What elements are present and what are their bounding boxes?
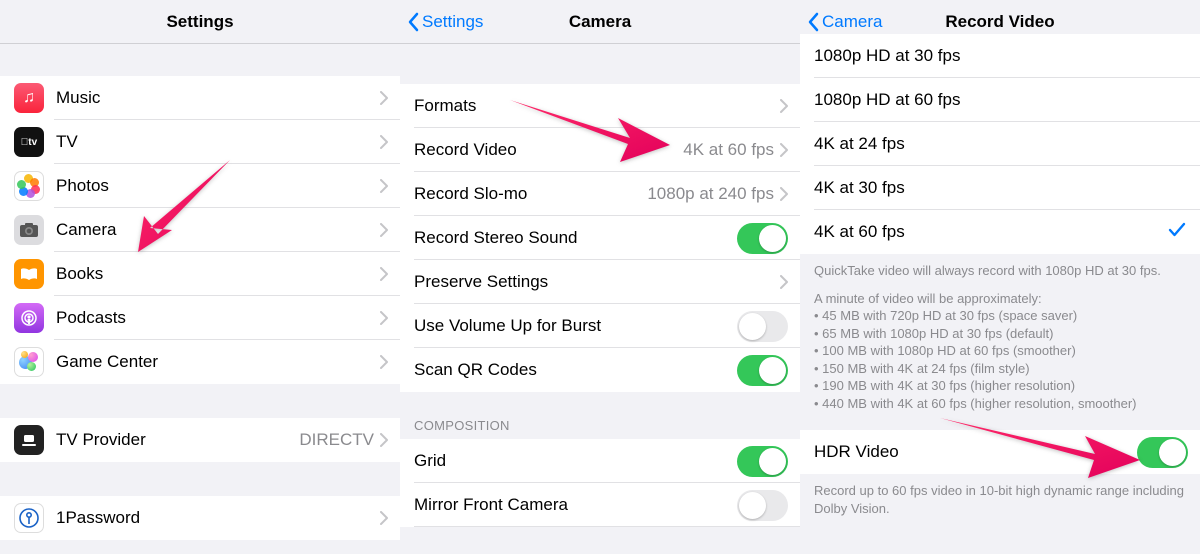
option-label: 4K at 24 fps — [814, 134, 1186, 154]
row-label: Record Video — [414, 140, 683, 160]
row-hdr-video[interactable]: HDR Video — [800, 430, 1200, 474]
row-value: 4K at 60 fps — [683, 140, 774, 160]
toggle-stereo[interactable] — [737, 223, 788, 254]
toggle-grid[interactable] — [737, 446, 788, 477]
1password-icon — [14, 503, 44, 533]
navbar: Settings Camera — [400, 0, 800, 44]
approx-header: A minute of video will be approximately: — [800, 288, 1200, 308]
row-label: Game Center — [56, 352, 380, 372]
row-tv-provider[interactable]: TV Provider DIRECTV — [0, 418, 400, 462]
chevron-right-icon — [780, 143, 788, 157]
row-tv[interactable]: tv TV — [0, 120, 400, 164]
row-preserve-settings[interactable]: Preserve Settings — [400, 260, 800, 304]
chevron-right-icon — [780, 275, 788, 289]
books-icon — [14, 259, 44, 289]
row-formats[interactable]: Formats — [400, 84, 800, 128]
settings-list: ♫ Music tv TV Photos — [0, 76, 400, 384]
row-volume-burst[interactable]: Use Volume Up for Burst — [400, 304, 800, 348]
chevron-right-icon — [380, 267, 388, 281]
row-label: TV Provider — [56, 430, 299, 450]
checkmark-icon — [1168, 221, 1186, 244]
row-grid[interactable]: Grid — [400, 439, 800, 483]
music-icon: ♫ — [14, 83, 44, 113]
approx-list: • 45 MB with 720p HD at 30 fps (space sa… — [800, 307, 1200, 420]
row-scan-qr[interactable]: Scan QR Codes — [400, 348, 800, 392]
row-music[interactable]: ♫ Music — [0, 76, 400, 120]
toggle-scan-qr[interactable] — [737, 355, 788, 386]
row-record-slomo[interactable]: Record Slo-mo 1080p at 240 fps — [400, 172, 800, 216]
camera-icon — [14, 215, 44, 245]
row-label: Mirror Front Camera — [414, 495, 737, 515]
row-game-center[interactable]: Game Center — [0, 340, 400, 384]
chevron-right-icon — [780, 187, 788, 201]
settings-pane: Settings ♫ Music tv TV — [0, 0, 400, 554]
record-video-pane: Camera Record Video 1080p HD at 30 fps 1… — [800, 0, 1200, 554]
chevron-right-icon — [380, 223, 388, 237]
row-stereo-sound[interactable]: Record Stereo Sound — [400, 216, 800, 260]
chevron-right-icon — [380, 355, 388, 369]
option-1080p-30[interactable]: 1080p HD at 30 fps — [800, 34, 1200, 78]
row-label: Podcasts — [56, 308, 380, 328]
navbar: Settings — [0, 0, 400, 44]
toggle-hdr-video[interactable] — [1137, 437, 1188, 468]
option-4k-60[interactable]: 4K at 60 fps — [800, 210, 1200, 254]
quicktake-note: QuickTake video will always record with … — [800, 254, 1200, 288]
page-title: Settings — [166, 12, 233, 32]
row-label: Use Volume Up for Burst — [414, 316, 737, 336]
photos-icon — [14, 171, 44, 201]
option-label: 1080p HD at 60 fps — [814, 90, 1186, 110]
row-label: Preserve Settings — [414, 272, 780, 292]
toggle-volume-burst[interactable] — [737, 311, 788, 342]
section-header-composition: COMPOSITION — [400, 392, 800, 439]
row-camera[interactable]: Camera — [0, 208, 400, 252]
row-label: Photos — [56, 176, 380, 196]
row-label: 1Password — [56, 508, 380, 528]
row-label: Record Stereo Sound — [414, 228, 737, 248]
row-label: TV — [56, 132, 380, 152]
row-label: Books — [56, 264, 380, 284]
back-button[interactable]: Settings — [406, 0, 483, 44]
game-center-icon — [14, 347, 44, 377]
row-record-video[interactable]: Record Video 4K at 60 fps — [400, 128, 800, 172]
chevron-right-icon — [380, 511, 388, 525]
option-4k-30[interactable]: 4K at 30 fps — [800, 166, 1200, 210]
row-value: 1080p at 240 fps — [647, 184, 774, 204]
tv-provider-icon — [14, 425, 44, 455]
chevron-right-icon — [380, 179, 388, 193]
row-label: Formats — [414, 96, 780, 116]
option-4k-24[interactable]: 4K at 24 fps — [800, 122, 1200, 166]
row-label: Music — [56, 88, 380, 108]
row-label: Record Slo-mo — [414, 184, 647, 204]
toggle-mirror-front[interactable] — [737, 490, 788, 521]
chevron-right-icon — [380, 433, 388, 447]
row-podcasts[interactable]: Podcasts — [0, 296, 400, 340]
hdr-footer: Record up to 60 fps video in 10-bit high… — [800, 474, 1200, 525]
back-label: Camera — [822, 12, 882, 32]
chevron-right-icon — [380, 311, 388, 325]
row-label: Camera — [56, 220, 380, 240]
row-photos[interactable]: Photos — [0, 164, 400, 208]
row-label: Scan QR Codes — [414, 360, 737, 380]
option-label: 4K at 60 fps — [814, 222, 1168, 242]
option-label: 1080p HD at 30 fps — [814, 46, 1186, 66]
row-label: HDR Video — [814, 442, 1137, 462]
row-mirror-front[interactable]: Mirror Front Camera — [400, 483, 800, 527]
chevron-right-icon — [380, 91, 388, 105]
page-title: Camera — [569, 12, 631, 32]
page-title: Record Video — [945, 12, 1054, 32]
row-books[interactable]: Books — [0, 252, 400, 296]
option-1080p-60[interactable]: 1080p HD at 60 fps — [800, 78, 1200, 122]
row-label: Grid — [414, 451, 737, 471]
back-label: Settings — [422, 12, 483, 32]
option-label: 4K at 30 fps — [814, 178, 1186, 198]
row-1password[interactable]: 1Password — [0, 496, 400, 540]
podcasts-icon — [14, 303, 44, 333]
chevron-right-icon — [780, 99, 788, 113]
chevron-right-icon — [380, 135, 388, 149]
camera-settings-pane: Settings Camera Formats Record Video 4K … — [400, 0, 800, 554]
tv-icon: tv — [14, 127, 44, 157]
row-value: DIRECTV — [299, 430, 374, 450]
